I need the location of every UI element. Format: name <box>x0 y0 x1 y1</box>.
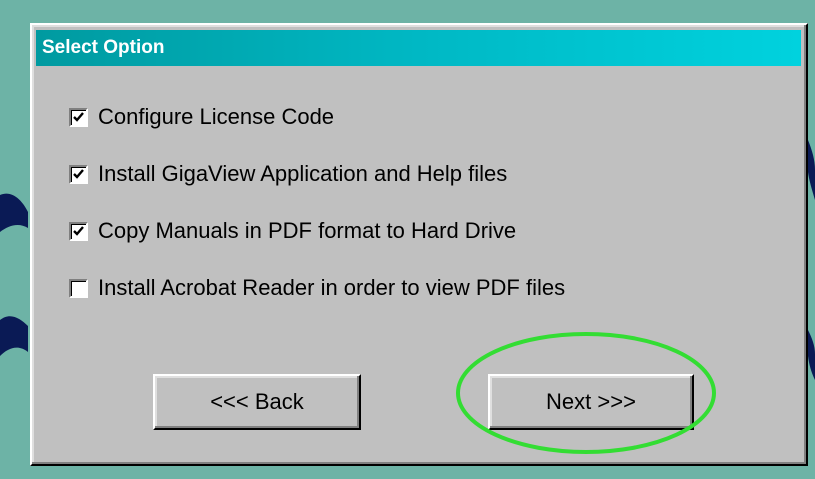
dialog-title: Select Option <box>36 30 801 66</box>
select-option-dialog: Select Option Configure License Code Ins… <box>30 23 808 466</box>
option-label: Copy Manuals in PDF format to Hard Drive <box>98 218 517 243</box>
option-label: Install Acrobat Reader in order to view … <box>98 275 566 300</box>
option-copy-manuals[interactable]: Copy Manuals in PDF format to Hard Drive <box>69 216 516 246</box>
option-label: Configure License Code <box>98 104 335 129</box>
checkbox-configure-license[interactable] <box>69 107 88 127</box>
checkbox-install-acrobat[interactable] <box>69 278 88 298</box>
back-button[interactable]: <<< Back <box>153 374 361 430</box>
next-button-label: Next >>> <box>546 389 636 414</box>
next-button[interactable]: Next >>> <box>488 374 694 430</box>
option-install-acrobat[interactable]: Install Acrobat Reader in order to view … <box>69 273 565 303</box>
option-install-gigaview[interactable]: Install GigaView Application and Help fi… <box>69 159 507 189</box>
check-icon <box>73 225 84 236</box>
option-label: Install GigaView Application and Help fi… <box>98 161 508 186</box>
check-icon <box>73 111 84 122</box>
checkbox-copy-manuals[interactable] <box>69 221 88 241</box>
check-icon <box>73 168 84 179</box>
checkbox-install-gigaview[interactable] <box>69 164 88 184</box>
option-configure-license[interactable]: Configure License Code <box>69 102 334 132</box>
